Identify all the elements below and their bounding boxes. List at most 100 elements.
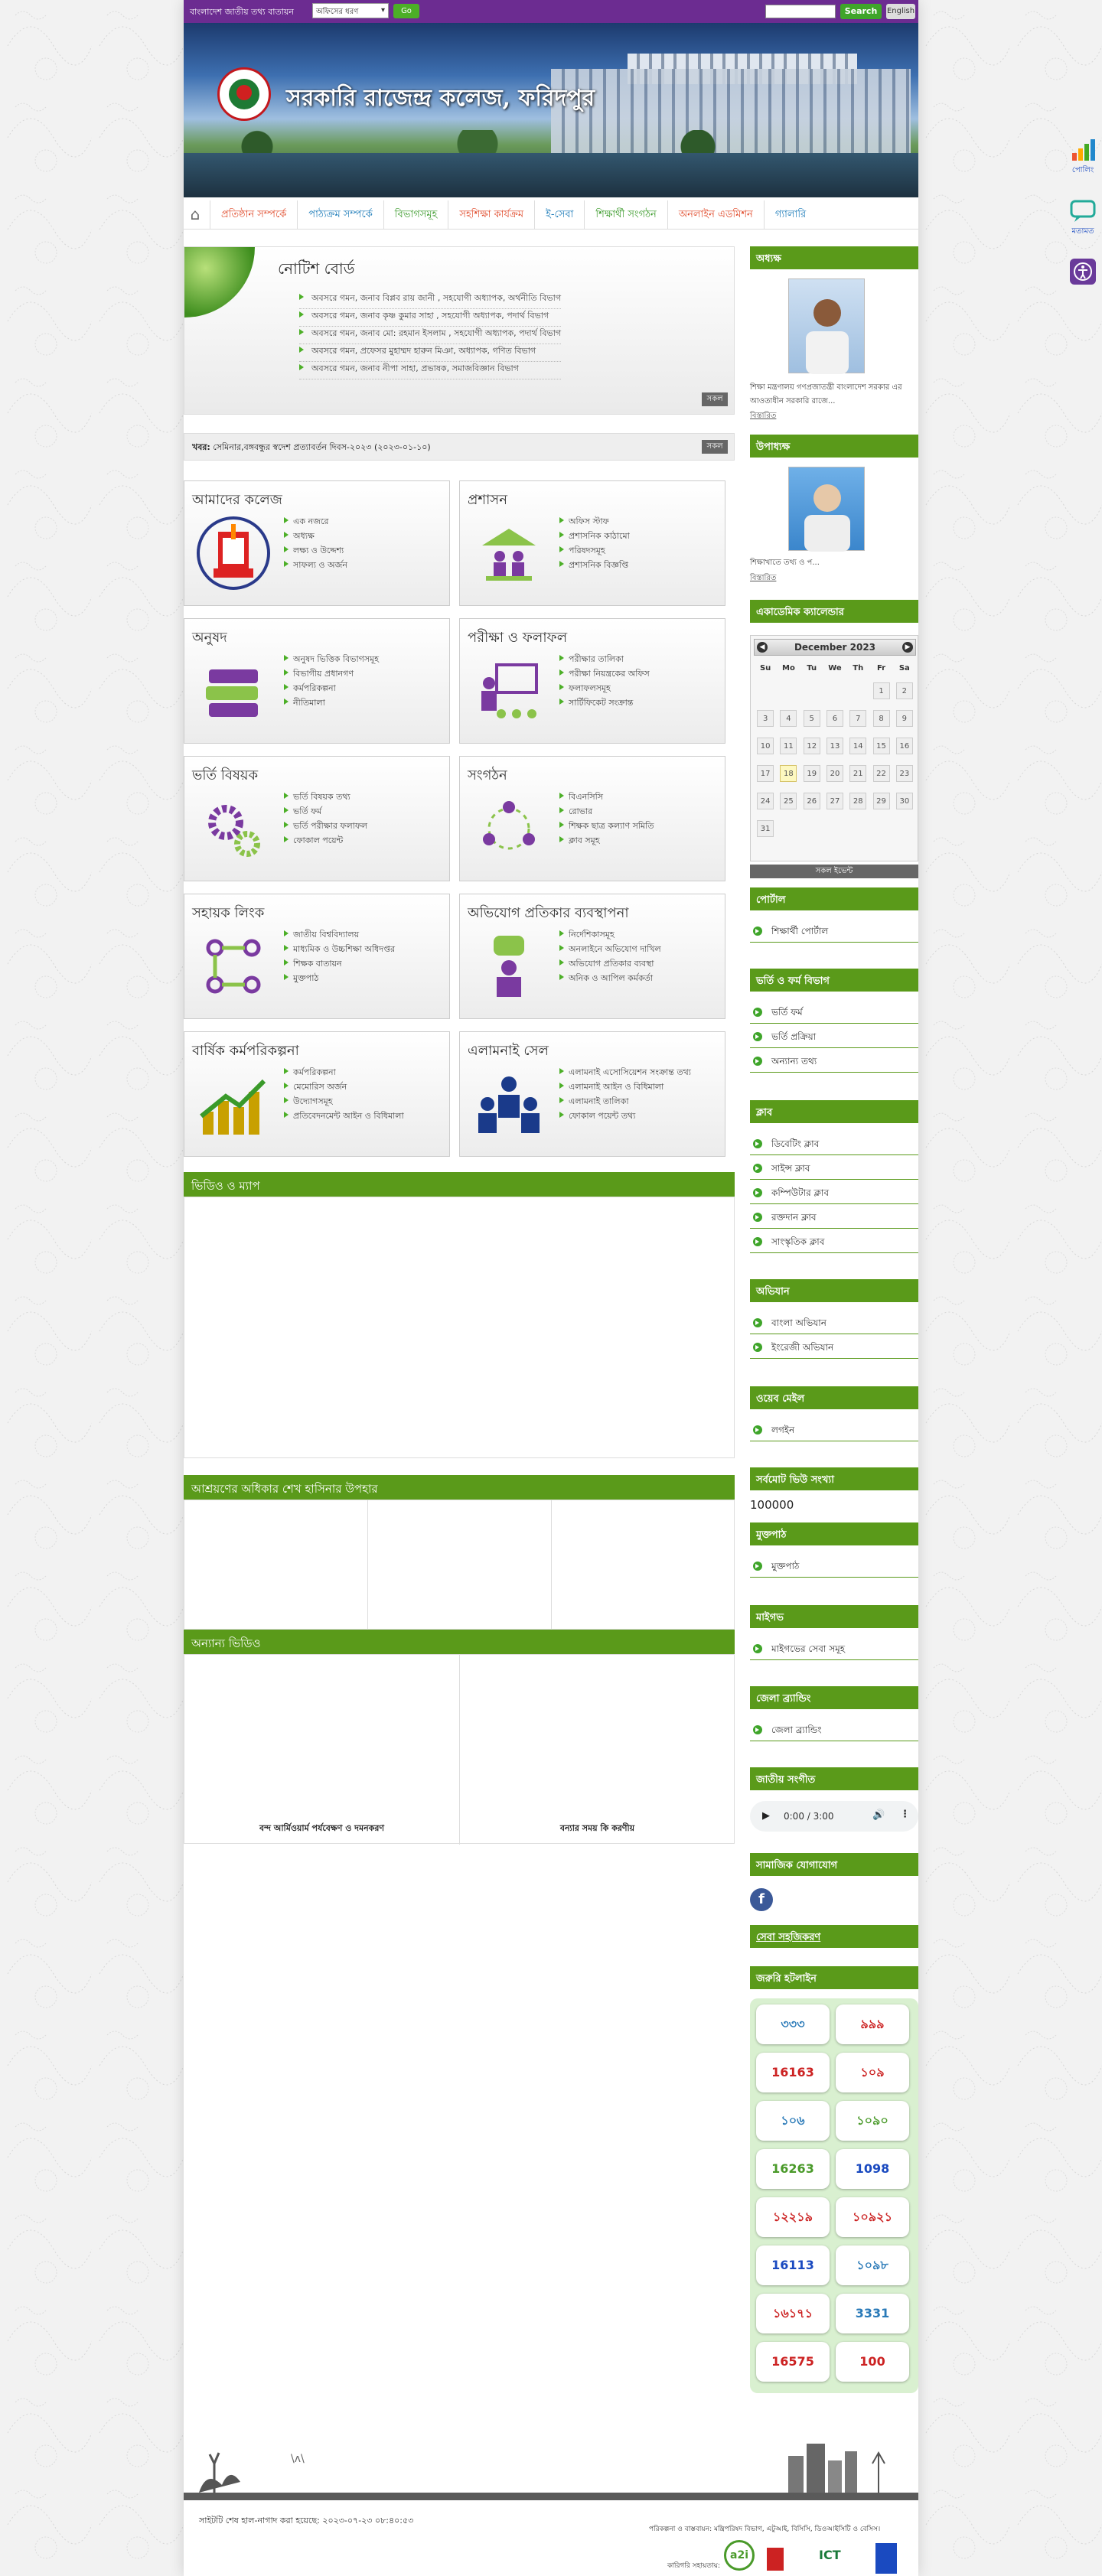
sidebar-link[interactable]: মাইগভের সেবা সমূহ [750,1636,918,1660]
calendar-day[interactable]: 28 [849,793,867,809]
box-link[interactable]: সার্টিফিকেট সংক্রান্ত [559,696,650,711]
box-link[interactable]: এক নজরে [284,515,347,529]
calendar-day[interactable]: 20 [826,765,843,782]
calendar-day[interactable]: 22 [872,765,890,782]
sidebar-link[interactable]: ভর্তি প্রক্রিয়া [750,1024,918,1048]
box-link[interactable]: ভর্তি বিষয়ক তথ্য [284,790,367,805]
sidebar-link[interactable]: সাংস্কৃতিক ক্লাব [750,1229,918,1253]
calendar-day[interactable]: 15 [872,738,890,754]
sidebar-link[interactable]: ভর্তি ফর্ম [750,999,918,1024]
calendar-day[interactable]: 14 [849,738,867,754]
notice-item[interactable]: অবসরে গমন, জনাব বিপ্লব রায় জানী , সহযোগ… [299,291,562,309]
site-title[interactable]: সরকারি রাজেন্দ্র কলেজ, ফরিদপুর [286,80,595,119]
sidebar-link[interactable]: বাংলা অভিযান [750,1310,918,1334]
news-text[interactable]: সেমিনার,বঙ্গবন্ধুর স্বদেশ প্রত্যাবর্তন দ… [213,442,430,452]
hotline-tile[interactable]: ৩৩৩ [756,2004,830,2044]
sidebar-link[interactable]: জেলা ব্র্যান্ডিং [750,1717,918,1741]
video-caption[interactable]: বন্দ আর্মিওয়ার্ম পর্যবেক্ষণ ও দমনকরণ [184,1822,459,1836]
calendar-day[interactable]: 24 [757,793,774,809]
volume-icon[interactable]: 🔊 [872,1809,885,1821]
box-link[interactable]: অভিযোগ প্রতিকার ব্যবস্থা [559,957,661,972]
ict-division-logo[interactable]: ICT [819,2548,865,2571]
calendar-day[interactable]: 19 [803,765,820,782]
box-link[interactable]: মাধ্যমিক ও উচ্চশিক্ষা অধিদপ্তর [284,943,395,957]
calendar-day[interactable]: 6 [826,710,843,727]
notice-item[interactable]: অবসরে গমন, প্রফেসর মুহাম্মদ হারুন মিঞা, … [299,344,562,362]
calendar-day[interactable]: 26 [803,793,820,809]
box-link[interactable]: শিক্ষক বাতায়ন [284,957,395,972]
undp-logo[interactable] [875,2543,897,2574]
box-link[interactable]: নীতিমালা [284,696,379,711]
sidebar-link[interactable]: শিক্ষার্থী পোর্টাল [750,918,918,943]
box-link[interactable]: ফোকাল পয়েন্ট তথ্য [559,1109,691,1124]
box-link[interactable]: কর্মপরিকল্পনা [284,682,379,696]
hotline-tile[interactable]: ১০৯৮ [836,2245,909,2285]
calendar-day[interactable]: 4 [780,710,797,727]
calendar-day[interactable]: 10 [757,738,774,754]
calendar-day[interactable]: 5 [803,710,820,727]
box-link[interactable]: অনিক ও আপিল কর্মকর্তা [559,972,661,986]
hotline-tile[interactable]: 16575 [756,2342,830,2382]
calendar-day[interactable]: 9 [895,710,913,727]
hotline-tile[interactable]: 1098 [836,2149,909,2189]
service-heading[interactable]: সেবা সহজিকরণ [750,1925,918,1948]
calendar-day[interactable]: 13 [826,738,843,754]
play-icon[interactable]: ▶ [762,1810,770,1822]
calendar-day[interactable]: 27 [826,793,843,809]
calendar-day[interactable]: 17 [757,765,774,782]
principal-details-link[interactable]: বিস্তারিত [750,410,776,423]
notice-item[interactable]: অবসরে গমন, জনাব নীপা সাহা, প্রভাষক, সমাজ… [299,362,562,379]
nav-item[interactable]: সহশিক্ষা কার্যক্রম [448,200,534,230]
calendar-day[interactable]: 1 [872,682,890,699]
accessibility-button[interactable] [1070,259,1096,285]
box-link[interactable]: এলামনাই এসোসিয়েশন সংক্রান্ত তথ্য [559,1066,691,1080]
calendar-day[interactable]: 16 [895,738,913,754]
nav-item[interactable]: গ্যালারি [763,200,817,230]
box-link[interactable]: পরীক্ষা নিয়ন্ত্রকের অফিস [559,667,650,682]
box-link[interactable]: প্রতিবেদনমেন্ট আইন ও বিধিমালা [284,1109,404,1124]
sidebar-link[interactable]: অন্যান্য তথ্য [750,1048,918,1073]
box-link[interactable]: মেমোরিস অর্জন [284,1080,404,1095]
hotline-tile[interactable]: 16113 [756,2245,830,2285]
notice-item[interactable]: অবসরে গমন, জনাব মো: রহমান ইসলাম , সহযোগী… [299,327,562,344]
calendar-day[interactable]: 7 [849,710,867,727]
box-link[interactable]: ফোকাল পয়েন্ট [284,834,367,848]
cabinet-division-logo[interactable] [767,2548,808,2571]
calendar-day[interactable]: 18 [780,765,797,782]
hotline-tile[interactable]: 16263 [756,2149,830,2189]
box-link[interactable]: রোভার [559,805,654,819]
office-type-select[interactable]: অফিসের ধরণ [312,3,389,18]
sidebar-link[interactable]: ইংরেজী অভিযান [750,1334,918,1359]
hotline-tile[interactable]: ১০৯ [836,2053,909,2092]
hotline-tile[interactable]: ১০৬ [756,2101,830,2141]
box-link[interactable]: ভর্তি পরীক্ষার ফলাফল [284,819,367,834]
nav-item[interactable]: অনলাইন এডমিশন [667,200,764,230]
box-link[interactable]: উদ্যোগসমূহ [284,1095,404,1109]
box-link[interactable]: শিক্ষক ছাত্র কল্যাণ সমিতি [559,819,654,834]
hotline-tile[interactable]: ১০৯২১ [836,2197,909,2237]
sidebar-link[interactable]: রক্তদান ক্লাব [750,1204,918,1229]
calendar-day[interactable]: 11 [780,738,797,754]
video-caption[interactable]: বন্যার সময় কি করণীয় [460,1822,735,1836]
box-link[interactable]: অধ্যক্ষ [284,529,347,544]
home-icon[interactable]: ⌂ [185,205,205,223]
feedback-link[interactable]: মতামত [1068,199,1098,239]
next-month-icon[interactable]: ▶ [902,642,913,653]
notice-item[interactable]: অবসরে গমন, জনাব কৃষ্ণ কুমার সাহা , সহযোগ… [299,309,562,327]
hotline-tile[interactable]: 3331 [836,2294,909,2333]
box-link[interactable]: কর্মপরিকল্পনা [284,1066,404,1080]
calendar-day[interactable]: 31 [757,820,774,837]
box-link[interactable]: ফলাফলসমূহ [559,682,650,696]
box-link[interactable]: ক্লাব সমূহ [559,834,654,848]
hotline-tile[interactable]: ১৬১৭১ [756,2294,830,2333]
box-link[interactable]: এলামনাই তালিকা [559,1095,691,1109]
nav-item[interactable]: বিভাগসমূহ [383,200,448,230]
poll-link[interactable]: পোলিং [1068,138,1098,177]
hotline-tile[interactable]: ৯৯৯ [836,2004,909,2044]
box-link[interactable]: মুক্তপাঠ [284,972,395,986]
search-input[interactable] [765,5,836,18]
box-link[interactable]: প্রশাসনিক বিজ্ঞপ্তি [559,559,630,573]
sidebar-link[interactable]: সাইন্স ক্লাব [750,1155,918,1180]
box-link[interactable]: পরীক্ষার তালিকা [559,653,650,667]
notice-all-button[interactable]: সকল [702,392,728,406]
